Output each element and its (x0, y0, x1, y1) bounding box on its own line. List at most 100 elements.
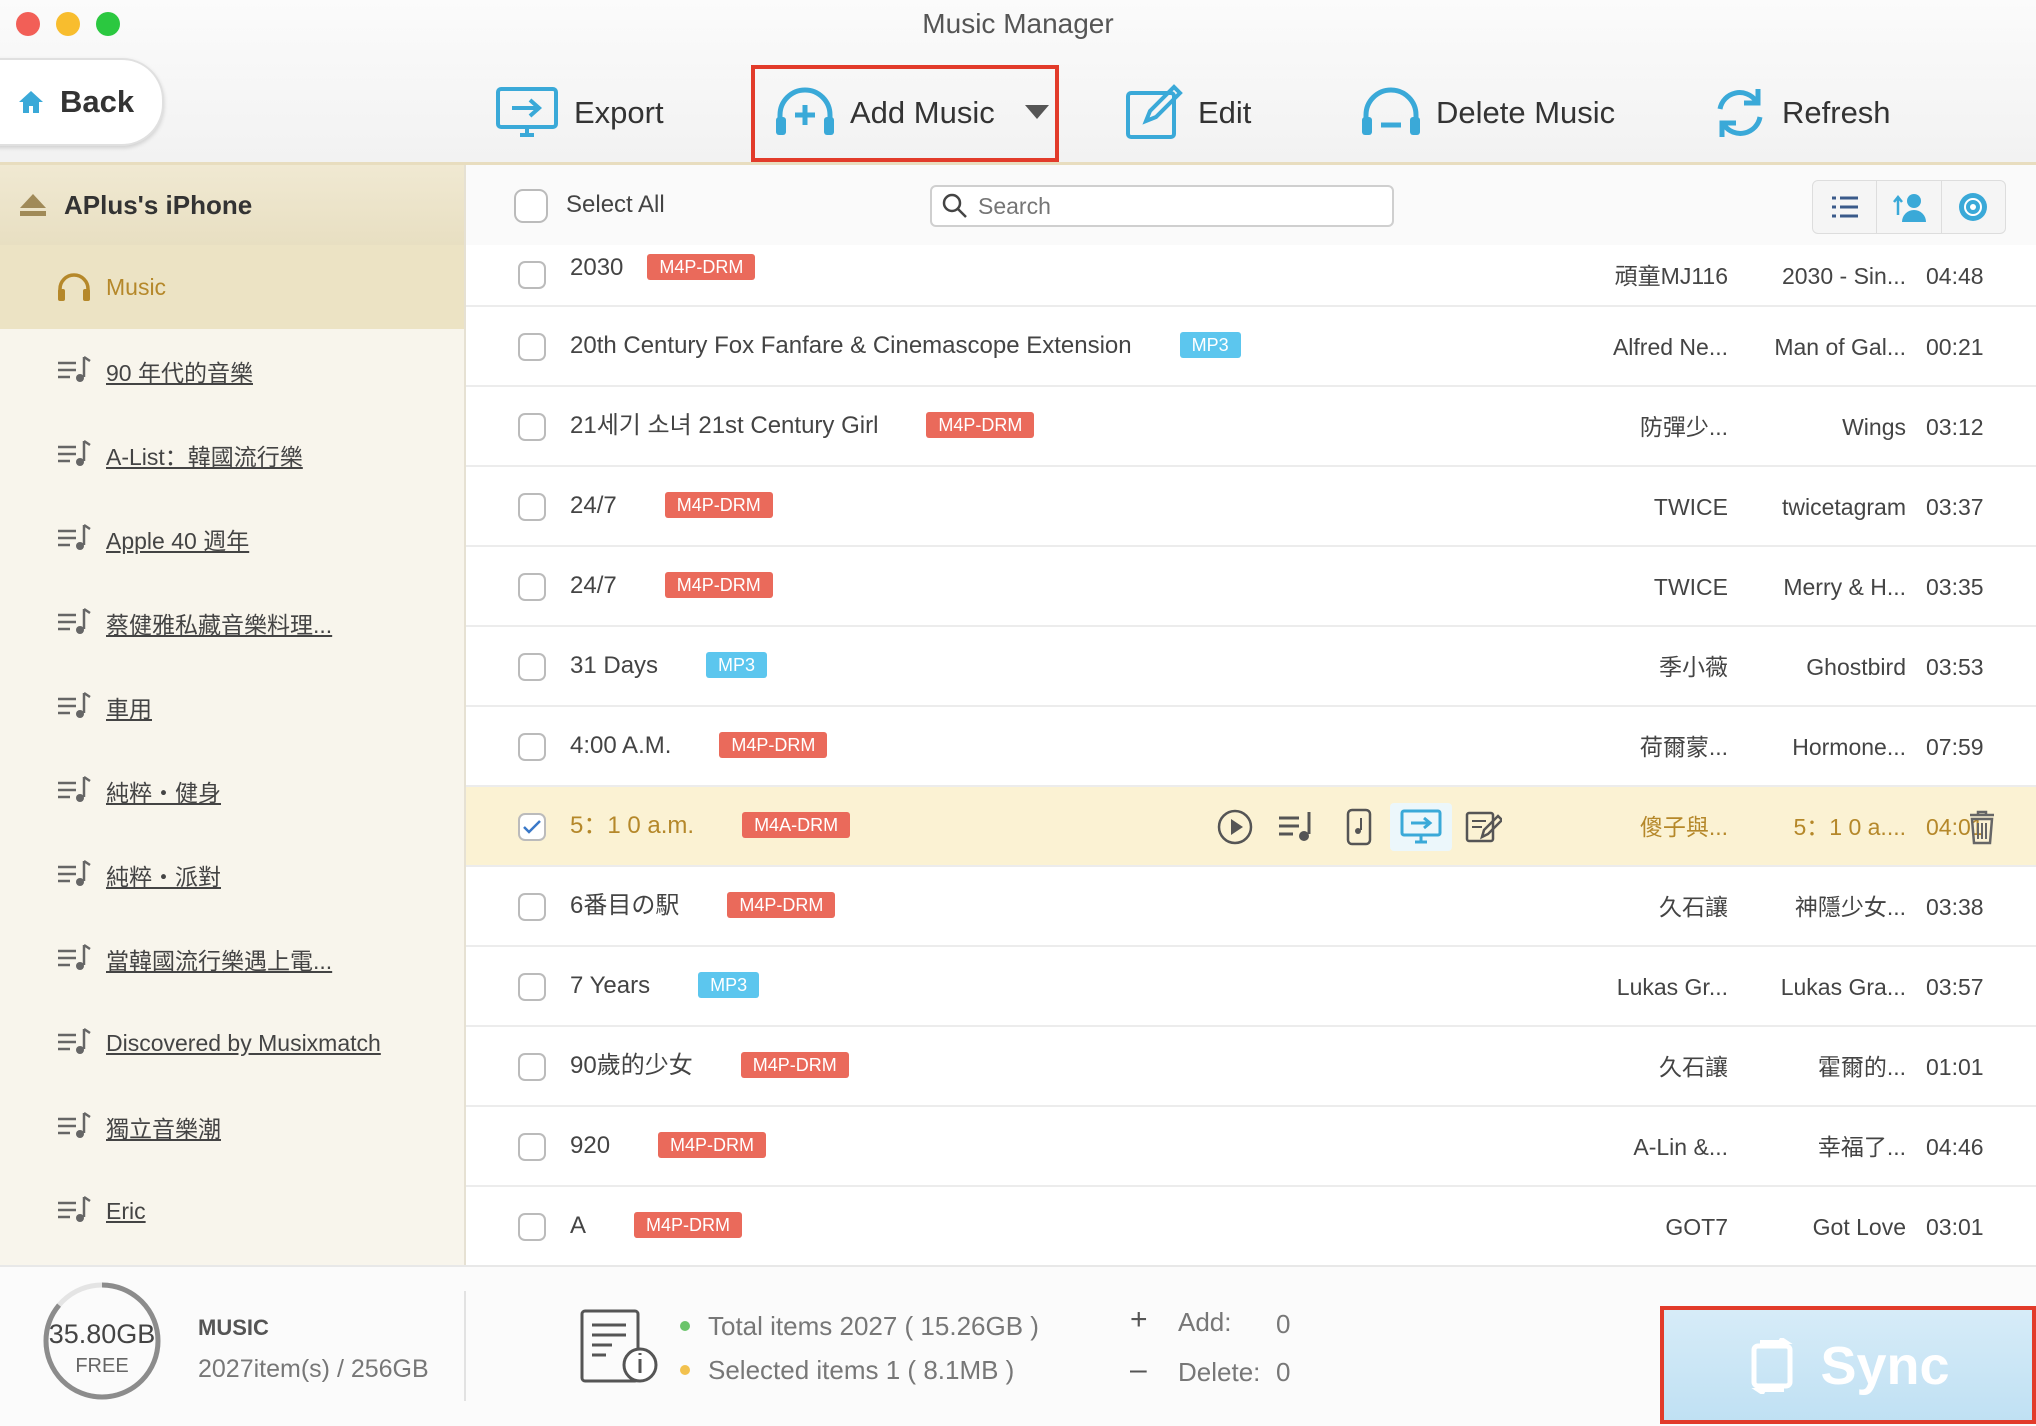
format-badge: MP3 (698, 971, 760, 998)
checkmark-icon (523, 820, 541, 834)
eject-icon[interactable] (20, 194, 46, 216)
song-list-panel: Select All 2030 M4P-DRM 頑童MJ116 2030 - Si… (466, 165, 2036, 1265)
window-title: Music Manager (922, 8, 1114, 39)
list-view-button[interactable] (1813, 181, 1878, 233)
sidebar-item-playlist[interactable]: Eric (0, 1169, 464, 1253)
select-all-checkbox[interactable] (514, 189, 548, 223)
song-title: 4:00 A.M. (570, 732, 672, 759)
table-row[interactable]: 24/7 M4P-DRM TWICE twicetagram 03:37 (466, 467, 2036, 547)
home-icon (16, 88, 46, 116)
table-row[interactable]: 21세기 소녀 21st Century Girl M4P-DRM 防彈少... … (466, 387, 2036, 467)
table-row-selected[interactable]: 5：1 0 a.m. M4A-DRM 傻子與... 5：1 0 a.... 04:… (466, 787, 2036, 867)
sidebar-item-playlist[interactable]: 純粹・派對 (0, 833, 464, 917)
playlist-icon (56, 523, 92, 555)
sidebar-item-playlist[interactable]: A-List：韓國流行樂 (0, 413, 464, 497)
playlist-icon (56, 1027, 92, 1059)
refresh-label: Refresh (1782, 95, 1891, 130)
row-checkbox[interactable] (518, 973, 546, 1001)
table-row[interactable]: 24/7 M4P-DRM TWICE Merry & H... 03:35 (466, 547, 2036, 627)
table-row[interactable]: 7 Years MP3 Lukas Gr... Lukas Gra... 03:5… (466, 947, 2036, 1027)
sidebar-item-label: 純粹・派對 (106, 864, 221, 890)
row-checkbox[interactable] (518, 893, 546, 921)
row-checkbox[interactable] (518, 1133, 546, 1161)
row-checkbox[interactable] (518, 261, 546, 289)
sidebar-item-playlist[interactable]: 純粹・健身 (0, 749, 464, 833)
song-duration: 03:57 (1926, 974, 1984, 1000)
sidebar-item-playlist[interactable]: 獨立音樂潮 (0, 1085, 464, 1169)
play-icon[interactable] (1204, 808, 1266, 846)
back-button[interactable]: Back (0, 58, 164, 146)
device-header[interactable]: APlus's iPhone (0, 165, 464, 245)
table-row[interactable]: 6番目の駅 M4P-DRM 久石讓 神隱少女... 03:38 (466, 867, 2036, 947)
sidebar-item-label: A-List：韓國流行樂 (106, 444, 303, 470)
row-checkbox[interactable] (518, 733, 546, 761)
playlist-icon (56, 859, 92, 891)
table-row[interactable]: A M4P-DRM GOT7 Got Love 03:01 (466, 1187, 2036, 1267)
export-button[interactable]: Export (492, 78, 664, 148)
song-title: 2030 (570, 254, 624, 281)
row-checkbox[interactable] (518, 333, 546, 361)
sidebar-item-playlist[interactable]: Discovered by Musixmatch (0, 1001, 464, 1085)
row-checkbox[interactable] (518, 653, 546, 681)
row-checkbox[interactable] (518, 1213, 546, 1241)
row-checkbox[interactable] (518, 493, 546, 521)
playlist-icon (56, 775, 92, 807)
sidebar-item-playlist[interactable]: Apple 40 週年 (0, 497, 464, 581)
table-row[interactable]: 920 M4P-DRM A-Lin &... 幸福了... 04:46 (466, 1107, 2036, 1187)
search-box[interactable] (930, 185, 1394, 227)
sidebar-item-playlist[interactable]: 車用 (0, 665, 464, 749)
table-row[interactable]: 90歲的少女 M4P-DRM 久石讓 霍爾的... 01:01 (466, 1027, 2036, 1107)
sidebar-item-label: 蔡健雅私藏音樂料理... (106, 612, 333, 638)
song-duration: 03:37 (1926, 494, 1984, 520)
category-detail: 2027item(s) / 256GB (198, 1355, 429, 1383)
row-checkbox[interactable] (518, 413, 546, 441)
sidebar-item-playlist[interactable]: 蔡健雅私藏音樂料理... (0, 581, 464, 665)
row-checkbox-checked[interactable] (518, 813, 546, 841)
search-input[interactable] (976, 191, 1380, 221)
sidebar-item-playlist[interactable]: 當韓國流行樂遇上電... (0, 917, 464, 1001)
format-badge: MP3 (706, 651, 768, 678)
minus-icon: – (1130, 1353, 1147, 1386)
song-title: 21세기 소녀 21st Century Girl (570, 412, 879, 439)
song-title: A (570, 1212, 587, 1239)
song-title: 5：1 0 a.m. (570, 812, 695, 839)
table-row[interactable]: 4:00 A.M. M4P-DRM 荷爾蒙... Hormone... 07:59 (466, 707, 2036, 787)
row-checkbox[interactable] (518, 1053, 546, 1081)
song-album: 神隱少女... (1794, 894, 1906, 920)
delete-music-button[interactable]: Delete Music (1358, 78, 1615, 148)
export-to-computer-icon[interactable] (1390, 803, 1452, 851)
song-artist: Lukas Gr... (1616, 974, 1728, 1000)
table-row[interactable]: 2030 M4P-DRM 頑童MJ116 2030 - Sin... 04:48 (466, 245, 2036, 307)
song-artist: 久石讓 (1659, 894, 1728, 920)
song-artist: A-Lin &... (1633, 1134, 1728, 1160)
row-checkbox[interactable] (518, 573, 546, 601)
song-artist: TWICE (1653, 574, 1728, 600)
song-duration: 00:21 (1926, 334, 1984, 360)
add-music-highlight (751, 65, 1059, 162)
headphones-icon (56, 271, 92, 303)
artist-view-button[interactable] (1877, 181, 1942, 233)
table-row[interactable]: 31 Days MP3 季小薇 Ghostbird 03:53 (466, 627, 2036, 707)
sidebar: APlus's iPhone Music 90 年代的音樂 A-List：韓國流… (0, 165, 466, 1265)
edit-button[interactable]: Edit (1124, 78, 1251, 148)
edit-icon (1124, 83, 1198, 143)
song-album: Ghostbird (1806, 654, 1906, 680)
delete-music-label: Delete Music (1436, 95, 1616, 130)
send-to-device-icon[interactable] (1328, 808, 1390, 846)
song-album: 霍爾的... (1817, 1054, 1906, 1080)
refresh-button[interactable]: Refresh (1710, 78, 1891, 148)
table-row[interactable]: 20th Century Fox Fanfare & Cinemascope E… (466, 307, 2036, 387)
sidebar-item-label: 純粹・健身 (106, 780, 221, 806)
song-artist: 防彈少... (1639, 414, 1728, 440)
sidebar-item-label: 獨立音樂潮 (106, 1116, 221, 1142)
album-view-button[interactable] (1942, 181, 2005, 233)
sidebar-item-music[interactable]: Music (0, 245, 464, 329)
sidebar-item-playlist[interactable]: 90 年代的音樂 (0, 329, 464, 413)
song-duration: 03:35 (1926, 574, 1984, 600)
song-title: 31 Days (570, 652, 659, 679)
list-header: Select All (466, 165, 2036, 245)
edit-info-icon[interactable] (1452, 809, 1514, 845)
add-to-playlist-icon[interactable] (1266, 810, 1328, 844)
song-artist: 荷爾蒙... (1639, 734, 1728, 760)
trash-icon[interactable] (1968, 809, 1996, 845)
